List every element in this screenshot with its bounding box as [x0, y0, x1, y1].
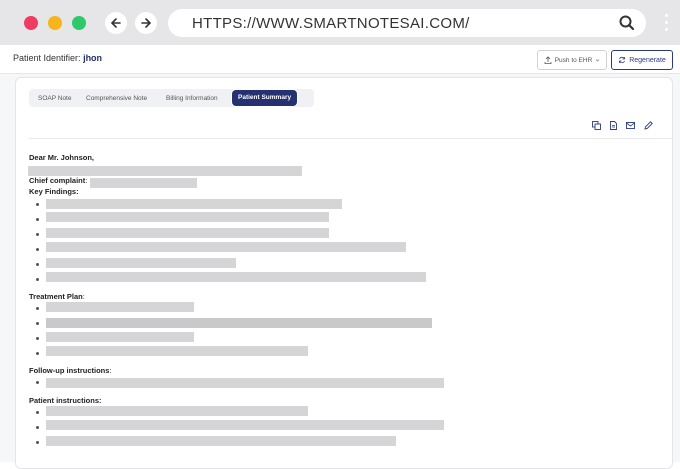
- copy-icon[interactable]: [592, 121, 601, 130]
- mail-icon[interactable]: [626, 121, 635, 130]
- redacted-line: [46, 212, 329, 222]
- forward-button[interactable]: [135, 12, 157, 34]
- chief-complaint-heading: Chief complaint:: [29, 176, 88, 185]
- arrow-right-icon: [141, 18, 152, 28]
- regenerate-button[interactable]: Regenerate: [611, 50, 673, 70]
- list-bullet: [36, 381, 39, 384]
- list-bullet: [36, 233, 39, 236]
- edit-icon[interactable]: [644, 121, 653, 130]
- more-options-icon[interactable]: [665, 14, 669, 35]
- redacted-line: [46, 332, 194, 342]
- redacted-line: [46, 272, 426, 282]
- greeting: Dear Mr. Johnson,: [29, 153, 95, 162]
- list-bullet: [36, 203, 39, 206]
- tab-soap-note[interactable]: SOAP Note: [38, 95, 71, 102]
- tab-billing-information[interactable]: Billing Information: [166, 95, 218, 102]
- redacted-line: [46, 318, 432, 328]
- redacted-line: [46, 258, 236, 268]
- note-card: SOAP Note Comprehensive Note Billing Inf…: [15, 77, 673, 469]
- push-to-ehr-label: Push to EHR: [554, 56, 593, 64]
- search-icon[interactable]: [618, 14, 636, 32]
- list-bullet: [36, 218, 39, 221]
- app-area: Patient Identifier: jhon Push to EHR Reg…: [0, 45, 680, 469]
- redacted-line: [46, 406, 308, 416]
- regenerate-label: Regenerate: [629, 56, 666, 64]
- list-bullet: [36, 322, 39, 325]
- list-bullet: [36, 411, 39, 414]
- list-bullet: [36, 278, 39, 281]
- document-icon[interactable]: [609, 121, 618, 130]
- minimize-window-dot[interactable]: [48, 16, 62, 30]
- close-window-dot[interactable]: [24, 16, 38, 30]
- key-findings-heading: Key Findings:: [29, 187, 79, 196]
- divider: [29, 138, 672, 139]
- tab-patient-summary[interactable]: Patient Summary: [233, 91, 297, 105]
- redacted-line: [90, 178, 197, 188]
- upload-icon: [544, 56, 552, 64]
- list-bullet: [36, 307, 39, 310]
- back-button[interactable]: [105, 12, 127, 34]
- patient-instructions-heading: Patient instructions:: [29, 396, 102, 405]
- redacted-line: [46, 346, 308, 356]
- patient-name: jhon: [83, 53, 103, 63]
- list-bullet: [36, 248, 39, 251]
- tab-comprehensive-note[interactable]: Comprehensive Note: [86, 95, 147, 102]
- refresh-icon: [619, 56, 626, 64]
- url-text: HTTPS://WWW.SMARTNOTESAI.COM/: [192, 15, 470, 32]
- app-header: Patient Identifier: jhon Push to EHR Reg…: [0, 45, 680, 74]
- redacted-line: [46, 302, 194, 312]
- address-bar[interactable]: HTTPS://WWW.SMARTNOTESAI.COM/: [168, 9, 646, 37]
- arrow-left-icon: [110, 18, 121, 28]
- list-bullet: [36, 263, 39, 266]
- list-bullet: [36, 352, 39, 355]
- treatment-plan-heading: Treatment Plan:: [29, 292, 85, 301]
- redacted-line: [46, 436, 396, 446]
- followup-heading: Follow-up instructions:: [29, 366, 112, 375]
- redacted-line: [46, 378, 444, 388]
- redacted-line: [46, 199, 342, 209]
- list-bullet: [36, 441, 39, 444]
- patient-identifier-label: Patient Identifier:: [13, 53, 81, 63]
- maximize-window-dot[interactable]: [72, 16, 86, 30]
- browser-chrome: HTTPS://WWW.SMARTNOTESAI.COM/: [0, 0, 680, 45]
- patient-identifier: Patient Identifier: jhon: [13, 53, 102, 63]
- list-bullet: [36, 337, 39, 340]
- chevron-down-icon: [596, 58, 600, 61]
- redacted-line: [46, 420, 444, 430]
- list-bullet: [36, 426, 39, 429]
- push-to-ehr-button[interactable]: Push to EHR: [537, 50, 607, 70]
- redacted-line: [46, 228, 329, 238]
- note-tabs: SOAP Note Comprehensive Note Billing Inf…: [29, 89, 314, 107]
- redacted-line: [28, 166, 302, 176]
- redacted-line: [46, 242, 406, 252]
